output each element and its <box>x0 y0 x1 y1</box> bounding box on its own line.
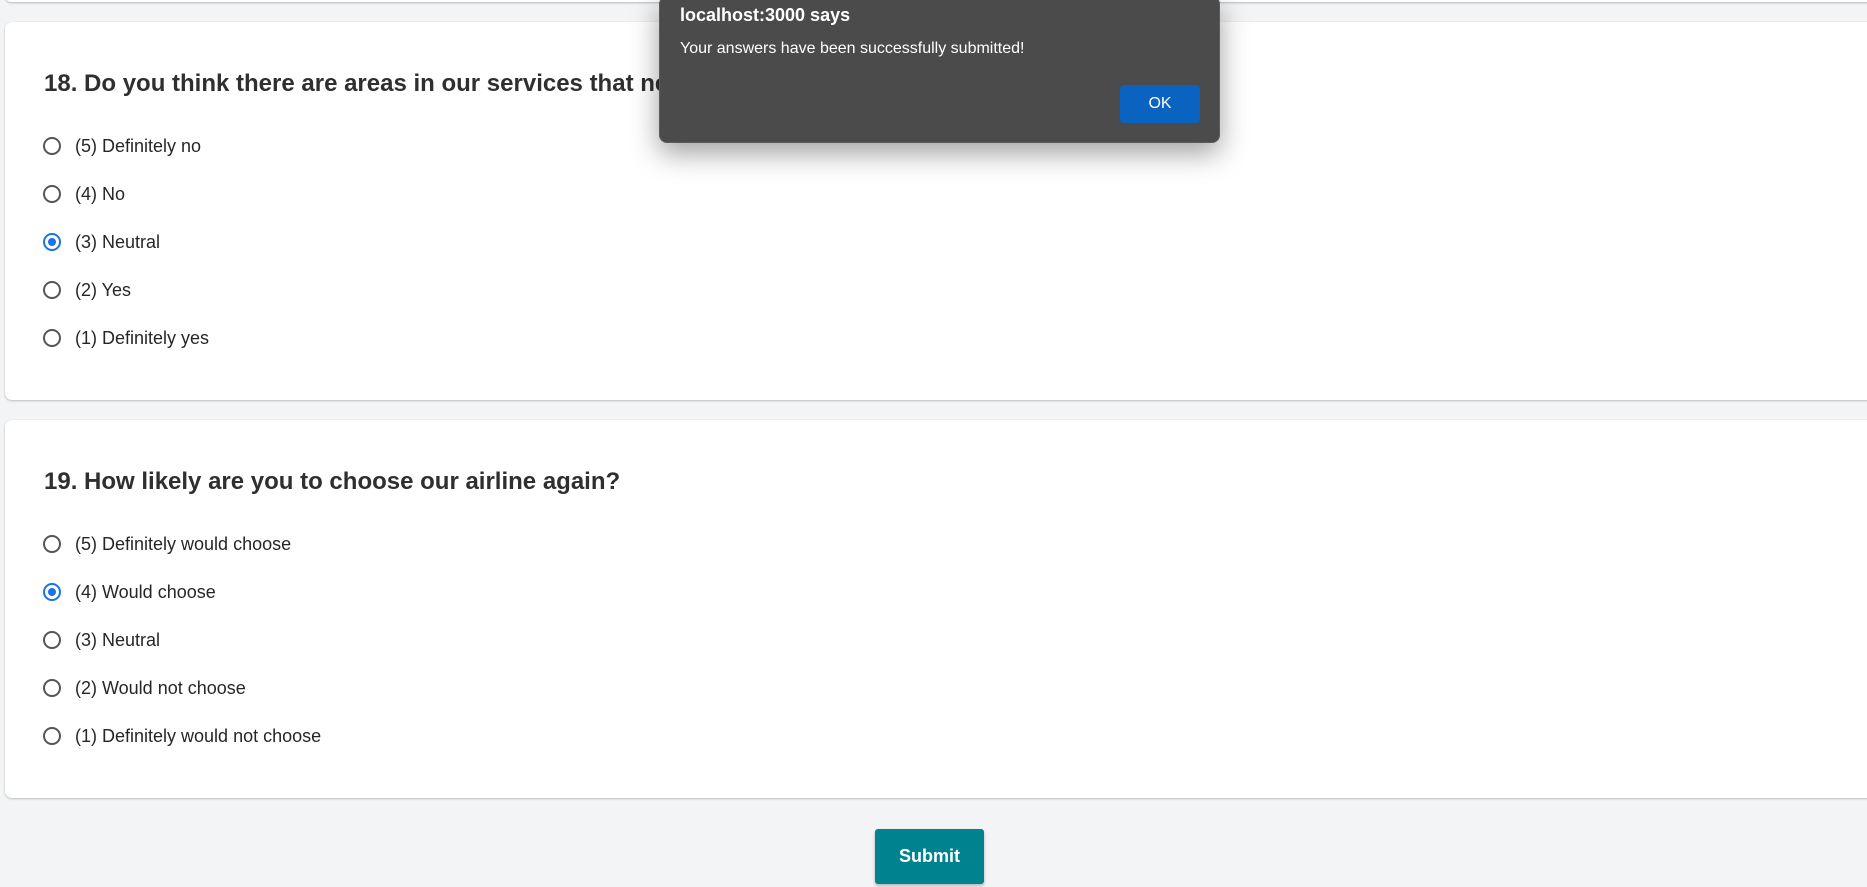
radio-button[interactable] <box>43 631 61 649</box>
option-label: (5) Definitely would choose <box>75 533 292 554</box>
radio-button[interactable] <box>43 727 61 745</box>
submit-button[interactable]: Submit <box>875 829 984 884</box>
option-label: (4) No <box>75 183 126 204</box>
option-label: (2) Yes <box>75 279 132 300</box>
option-19-definitely-would-not-choose[interactable]: (1) Definitely would not choose <box>43 712 321 760</box>
option-18-yes[interactable]: (2) Yes <box>43 266 209 314</box>
option-19-neutral[interactable]: (3) Neutral <box>43 616 321 664</box>
radio-button[interactable] <box>43 583 61 601</box>
option-label: (3) Neutral <box>75 231 161 252</box>
radio-button[interactable] <box>43 185 61 203</box>
option-label: (2) Would not choose <box>75 677 246 698</box>
radio-button[interactable] <box>43 137 61 155</box>
radio-button[interactable] <box>43 679 61 697</box>
option-label: (1) Definitely would not choose <box>75 725 322 746</box>
alert-ok-button[interactable]: OK <box>1120 85 1200 123</box>
radio-button[interactable] <box>43 329 61 347</box>
question-18-options: (5) Definitely no (4) No (3) Neutral (2)… <box>43 122 209 362</box>
option-label: (1) Definitely yes <box>75 327 210 348</box>
radio-button[interactable] <box>43 281 61 299</box>
radio-button[interactable] <box>43 535 61 553</box>
option-19-would-not-choose[interactable]: (2) Would not choose <box>43 664 321 712</box>
browser-alert-dialog: localhost:3000 says Your answers have be… <box>659 0 1220 143</box>
option-18-neutral[interactable]: (3) Neutral <box>43 218 209 266</box>
question-19-card: 19. How likely are you to choose our air… <box>5 420 1867 798</box>
question-19-options: (5) Definitely would choose (4) Would ch… <box>43 520 321 760</box>
question-19-title: 19. How likely are you to choose our air… <box>44 468 621 495</box>
option-18-no[interactable]: (4) No <box>43 170 209 218</box>
option-19-would-choose[interactable]: (4) Would choose <box>43 568 321 616</box>
option-18-definitely-yes[interactable]: (1) Definitely yes <box>43 314 209 362</box>
option-label: (5) Definitely no <box>75 135 202 156</box>
question-18-title: 18. Do you think there are areas in our … <box>44 70 669 97</box>
option-19-definitely-would-choose[interactable]: (5) Definitely would choose <box>43 520 321 568</box>
option-label: (4) Would choose <box>75 581 216 602</box>
alert-message: Your answers have been successfully subm… <box>680 40 1025 57</box>
option-18-definitely-no[interactable]: (5) Definitely no <box>43 122 209 170</box>
radio-button[interactable] <box>43 233 61 251</box>
alert-title: localhost:3000 says <box>680 5 851 25</box>
option-label: (3) Neutral <box>75 629 161 650</box>
